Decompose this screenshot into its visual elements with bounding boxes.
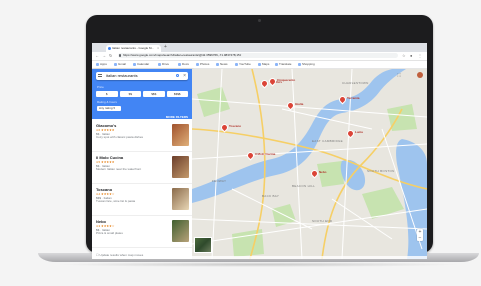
map-canvas[interactable]: Fiorella's Cinquecento Giulia Toscano Il Mol… [192, 69, 427, 259]
pin-label[interactable]: Lucia [355, 130, 363, 134]
close-tab-icon[interactable]: × [157, 45, 159, 52]
harbor [396, 139, 427, 259]
reload-icon[interactable]: ↻ [109, 53, 112, 58]
result-description: Tuscan fare, wine list & pasta [96, 199, 136, 203]
neighborhood-label: BEACON HILL [292, 184, 316, 188]
result-description: Modern Italian near the waterfront [96, 167, 142, 171]
search-box[interactable]: italian restaurants × [96, 72, 188, 80]
price-filter: $ $$ $$$ $$$$ [96, 91, 188, 97]
result-description: Pizza & small plates [96, 231, 123, 235]
laptop-shadow [54, 262, 463, 267]
bookmark-item[interactable]: Docs [178, 62, 189, 67]
pin-label[interactable]: Il Molo Cucina [255, 152, 275, 156]
zoom-out-button[interactable]: − [417, 235, 423, 241]
price-chip[interactable]: $$$$ [166, 91, 188, 97]
search-input[interactable]: italian restaurants [106, 72, 138, 80]
star-icon[interactable]: ☆ [402, 53, 406, 58]
screen: Italian restaurants - Google M... × + ← … [92, 43, 427, 259]
apps-grid-icon[interactable] [397, 73, 401, 77]
result-listing[interactable]: Nebo 4.3 ★★★★☆ $$ · Italian Pizza & small p… [92, 216, 192, 248]
search-icon[interactable] [176, 74, 179, 77]
result-photo[interactable] [172, 156, 189, 178]
result-listing[interactable]: Il Molo Cucina 4.5 ★★★★★ $$ · Italian Moder… [92, 152, 192, 184]
park [232, 229, 264, 257]
url-field[interactable]: https://www.google.com/maps/search/itali… [118, 53, 398, 58]
url-text: https://www.google.com/maps/search/itali… [123, 53, 242, 57]
pin-label[interactable]: Nebo [319, 170, 327, 174]
result-description: Cozy spot with classic pasta dishes [96, 135, 144, 139]
lock-icon [119, 54, 121, 57]
neighborhood-label: SOUTH END [312, 219, 333, 223]
neighborhood-label: BACK BAY [262, 194, 280, 198]
satellite-layer-toggle[interactable] [194, 237, 212, 253]
address-bar-row: ← → ↻ https://www.google.com/maps/search… [92, 52, 427, 61]
bookmark-item[interactable]: Apps [96, 62, 107, 67]
new-tab-button[interactable]: + [164, 44, 167, 50]
maps-favicon-icon [108, 47, 111, 50]
price-chip[interactable]: $ [96, 91, 118, 97]
result-photo[interactable] [172, 124, 189, 146]
rating-label: Rating & hours [97, 100, 117, 104]
pin-label[interactable]: Terramia [347, 96, 359, 100]
neighborhood-label: FENWAY [212, 179, 227, 183]
map-footer [192, 256, 427, 259]
bookmarks-bar: Apps Gmail Calendar Drive Docs Photos News YouT… [92, 61, 427, 69]
neighborhood-label: CHARLESTOWN [342, 81, 369, 85]
zoom-control: + − [417, 229, 423, 241]
menu-dots-icon[interactable]: ⋮ [418, 53, 422, 58]
back-icon[interactable]: ← [95, 53, 99, 58]
bookmark-item[interactable]: Maps [258, 62, 269, 67]
neighborhood-label: SOUTH BOSTON [367, 169, 395, 173]
avatar[interactable] [417, 72, 423, 78]
result-photo[interactable] [172, 220, 189, 242]
hamburger-menu-icon[interactable] [98, 74, 102, 78]
update-results-label: Update results when map moves [99, 253, 144, 257]
pin-label[interactable]: Cinquecento [277, 78, 295, 82]
close-icon[interactable]: × [183, 72, 186, 80]
forward-icon[interactable]: → [102, 53, 106, 58]
bookmark-item[interactable]: News [216, 62, 228, 67]
browser-tab[interactable]: Italian restaurants - Google M... × [106, 45, 161, 52]
more-filters-button[interactable]: MORE FILTERS [166, 115, 188, 119]
pin-label[interactable]: Toscano [229, 124, 241, 128]
park [317, 161, 344, 187]
bookmark-item[interactable]: Gmail [114, 62, 126, 67]
results-list: Giacomo's 4.6 ★★★★★ $$ · Italian Cozy spot … [92, 120, 192, 248]
neighborhood-label: EAST CAMBRIDGE [312, 139, 343, 143]
result-photo[interactable] [172, 188, 189, 210]
pin-label[interactable]: Giulia [295, 102, 303, 106]
result-listing[interactable]: Giacomo's 4.6 ★★★★★ $$ · Italian Cozy spot … [92, 120, 192, 152]
price-chip[interactable]: $$$ [143, 91, 165, 97]
bookmark-item[interactable]: Translate [275, 62, 291, 67]
bookmark-item[interactable]: Drive [158, 62, 169, 67]
tab-title: Italian restaurants - Google M... [112, 46, 155, 50]
bookmark-item[interactable]: Calendar [133, 62, 149, 67]
park [362, 187, 404, 219]
bookmark-item[interactable]: Shopping [298, 62, 315, 67]
update-results-checkbox[interactable]: ☐ Update results when map moves [96, 253, 143, 257]
price-label: Price [97, 85, 104, 89]
rating-dropdown[interactable]: Any rating ▾ [97, 106, 121, 111]
result-listing[interactable]: Toscano 4.4 ★★★★☆ $$$ · Italian Tuscan fare… [92, 184, 192, 216]
bookmark-item[interactable]: YouTube [235, 62, 251, 67]
results-sidebar: italian restaurants × Price $ $$ $$$ $$$$ R… [92, 69, 192, 259]
search-panel: italian restaurants × Price $ $$ $$$ $$$$ R… [92, 69, 192, 119]
map-base-svg [192, 69, 427, 259]
price-chip[interactable]: $$ [119, 91, 141, 97]
laptop-lid: MacBook Italian restaurants - Google M..… [86, 15, 433, 259]
profile-icon[interactable]: ● [410, 53, 412, 58]
camera-icon [258, 19, 261, 22]
tab-bar: Italian restaurants - Google M... × + [92, 43, 427, 52]
bookmark-item[interactable]: Photos [196, 62, 209, 67]
